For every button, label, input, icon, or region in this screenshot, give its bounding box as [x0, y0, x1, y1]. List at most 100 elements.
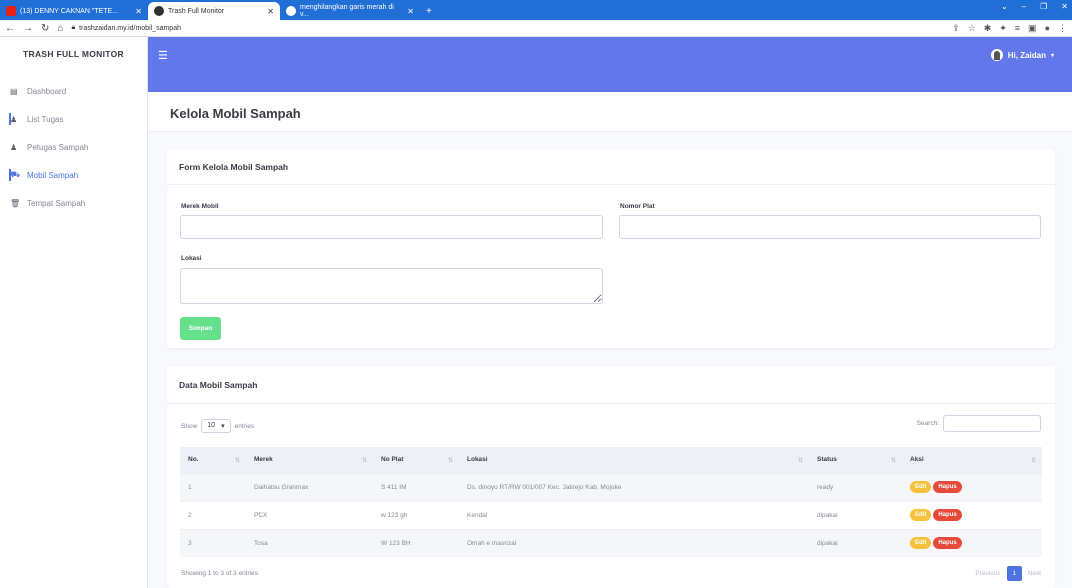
- sort-icon: ⇅: [234, 458, 240, 464]
- hapus-button[interactable]: Hapus: [933, 509, 962, 521]
- sidebar-item-tempat-sampah[interactable]: 🗑︎ Tempat Sampah: [0, 189, 147, 217]
- column-header-no-plat[interactable]: No Plat ⇅: [373, 447, 459, 473]
- sidebar-item-list-tugas[interactable]: ♟ List Tugas: [0, 105, 147, 133]
- sort-icon: ⇅: [361, 458, 367, 464]
- column-header-aksi[interactable]: Aksi ⇅: [902, 447, 1042, 473]
- browser-tab-search[interactable]: menghilangkan garis merah di v... ✕: [280, 2, 420, 20]
- form-card-title: Form Kelola Mobil Sampah: [167, 149, 1055, 185]
- column-header-merek[interactable]: Merek ⇅: [246, 447, 373, 473]
- menu-icon[interactable]: ⋮: [1058, 23, 1067, 34]
- close-icon[interactable]: ✕: [267, 7, 274, 16]
- edit-button[interactable]: Edit: [910, 481, 932, 493]
- user-label: Hi, Zaidan: [1007, 50, 1046, 60]
- cell-status: ready: [809, 472, 902, 501]
- cell-aksi: Edit Hapus: [902, 528, 1042, 557]
- lokasi-textarea[interactable]: [180, 268, 603, 304]
- cell-lokasi: Kendal: [459, 500, 809, 529]
- sidebar: TRASH FULL MONITOR ▤ Dashboard ♟ List Tu…: [0, 37, 148, 588]
- previous-button[interactable]: Previous: [975, 570, 1000, 577]
- table-row: 3 Tosa W 123 BH Omah e masrizal dipakai …: [180, 528, 1042, 557]
- sidebar-item-dashboard[interactable]: ▤ Dashboard: [0, 77, 147, 105]
- minimize-icon[interactable]: –: [1022, 2, 1026, 11]
- sidebar-item-mobil-sampah[interactable]: ⛟ Mobil Sampah: [0, 161, 147, 189]
- browser-tab-bar: (13) DENNY CAKNAN "TETE... ✕ Trash Full …: [0, 0, 1072, 20]
- search-input[interactable]: [943, 415, 1041, 432]
- search-engine-icon: [286, 6, 296, 16]
- simpan-button[interactable]: Simpan: [180, 317, 221, 340]
- merek-input[interactable]: [180, 215, 603, 239]
- user-icon: ♟: [10, 114, 18, 124]
- user-dropdown[interactable]: Hi, Zaidan ▾: [990, 49, 1054, 61]
- tab-title: Trash Full Monitor: [168, 7, 225, 15]
- close-icon[interactable]: ✕: [407, 7, 414, 16]
- back-icon[interactable]: ←: [5, 23, 15, 34]
- reading-list-icon[interactable]: ≡: [1015, 23, 1020, 33]
- table-row: 1 Daihatsu Granmax S 411 IM Ds. dinoyo R…: [180, 472, 1042, 501]
- puzzle-icon[interactable]: ✦: [999, 23, 1007, 34]
- browser-tab-youtube[interactable]: (13) DENNY CAKNAN "TETE... ✕: [0, 2, 148, 20]
- chevron-down-icon: ▾: [221, 423, 225, 430]
- caret-down-icon: ▾: [1050, 52, 1054, 59]
- sidebar-item-petugas-sampah[interactable]: ♟ Petugas Sampah: [0, 133, 147, 161]
- edit-button[interactable]: Edit: [910, 537, 932, 550]
- table-card: Data Mobil Sampah Show 10 ▾ entries Sear…: [167, 366, 1055, 588]
- browser-address-bar: ← → ↻ ⌂ 🔒︎ trashzaidan.my.id/mobil_sampa…: [0, 20, 1072, 37]
- share-icon[interactable]: ⇪: [952, 23, 960, 34]
- sort-icon: ⇅: [890, 458, 896, 464]
- tab-title: (13) DENNY CAKNAN "TETE...: [20, 7, 119, 15]
- nomor-plat-input[interactable]: [619, 215, 1041, 239]
- cell-merek: Daihatsu Granmax: [246, 472, 373, 501]
- cell-status: dipakai: [809, 528, 902, 557]
- url-field[interactable]: 🔒︎ trashzaidan.my.id/mobil_sampah: [71, 24, 181, 32]
- column-header-no[interactable]: No. ⇅: [180, 447, 246, 473]
- maximize-icon[interactable]: ❐: [1040, 2, 1047, 11]
- window-controls: ⌄ – ❐ ✕: [1001, 2, 1068, 11]
- sidebar-brand[interactable]: TRASH FULL MONITOR: [0, 37, 147, 71]
- sidepanel-icon[interactable]: ▣: [1028, 23, 1037, 34]
- page-title: Kelola Mobil Sampah: [170, 106, 301, 121]
- data-table: No. ⇅ Merek ⇅ No Plat ⇅ Lokasi ⇅ Status ⇅ Aks…: [180, 447, 1042, 557]
- table-info: Showing 1 to 3 of 3 entries: [181, 570, 258, 577]
- trash-icon: 🗑︎: [10, 198, 21, 208]
- cell-lokasi: Omah e masrizal: [459, 528, 809, 557]
- browser-tab-trash-monitor[interactable]: Trash Full Monitor ✕: [148, 2, 280, 20]
- search: Search:: [917, 415, 1041, 432]
- edit-button[interactable]: Edit: [910, 509, 932, 521]
- reload-icon[interactable]: ↻: [41, 23, 49, 34]
- cell-no: 2: [180, 500, 246, 529]
- forward-icon[interactable]: →: [23, 23, 33, 34]
- entries-label: entries: [234, 422, 255, 430]
- hamburger-menu-icon[interactable]: ☰: [158, 49, 168, 62]
- extension-icon[interactable]: ✱: [984, 23, 992, 34]
- cell-no: 1: [180, 472, 246, 501]
- new-tab-button[interactable]: +: [420, 2, 438, 20]
- cell-aksi: Edit Hapus: [902, 472, 1042, 501]
- close-icon[interactable]: ✕: [135, 7, 142, 16]
- cell-merek: PCX: [246, 500, 373, 529]
- table-card-title: Data Mobil Sampah: [167, 366, 1055, 404]
- next-button[interactable]: Next: [1028, 570, 1041, 577]
- youtube-icon: [6, 6, 16, 16]
- column-header-lokasi[interactable]: Lokasi ⇅: [459, 447, 809, 473]
- hapus-button[interactable]: Hapus: [933, 537, 962, 550]
- cell-plat: S 411 IM: [373, 472, 459, 501]
- url-text: trashzaidan.my.id/mobil_sampah: [79, 24, 181, 32]
- table-header-row: No. ⇅ Merek ⇅ No Plat ⇅ Lokasi ⇅ Status ⇅ Aks…: [180, 447, 1042, 473]
- show-label: Show: [181, 422, 198, 430]
- close-icon[interactable]: ✕: [1061, 2, 1068, 11]
- sidebar-item-label: List Tugas: [27, 114, 64, 124]
- sidebar-item-label: Tempat Sampah: [27, 198, 86, 208]
- topbar: ☰ Hi, Zaidan ▾: [148, 37, 1072, 92]
- home-icon[interactable]: ⌂: [57, 23, 63, 34]
- table-row: 2 PCX w 123 gh Kendal dipakai Edit Hapus: [180, 500, 1042, 529]
- entries-select[interactable]: 10 ▾: [201, 419, 231, 433]
- profile-icon[interactable]: ●: [1045, 23, 1050, 33]
- lock-icon: 🔒︎: [71, 24, 76, 31]
- chevron-down-icon[interactable]: ⌄: [1001, 2, 1008, 11]
- page-button-1[interactable]: 1: [1006, 566, 1022, 581]
- column-header-status[interactable]: Status ⇅: [809, 447, 902, 473]
- user-icon: ♟: [10, 142, 18, 152]
- hapus-button[interactable]: Hapus: [933, 481, 962, 493]
- page-header: Kelola Mobil Sampah: [148, 92, 1072, 132]
- star-icon[interactable]: ☆: [968, 23, 976, 34]
